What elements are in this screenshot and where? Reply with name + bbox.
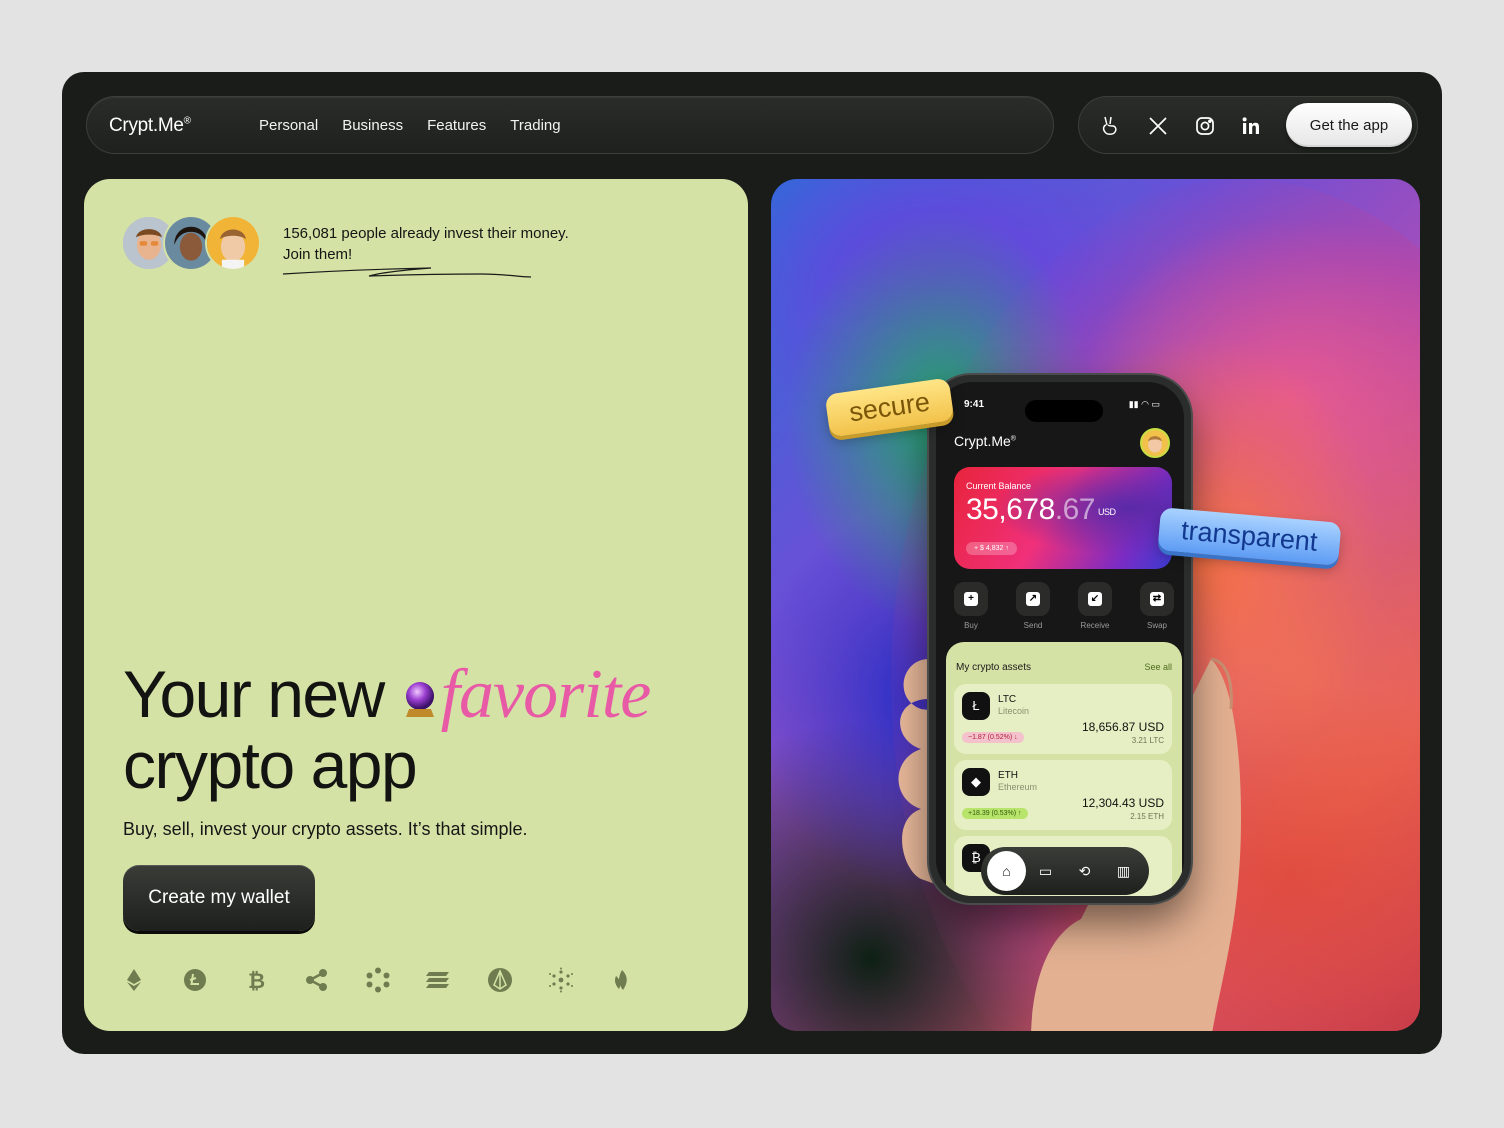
status-icons: ▮▮ ◠ ▭ xyxy=(1128,399,1160,409)
social-proof-text: 156,081 people already invest their mone… xyxy=(283,223,569,265)
headline-start: Your new xyxy=(123,657,385,731)
nav-link-features[interactable]: Features xyxy=(427,117,486,134)
home-tab-icon[interactable]: ⌂ xyxy=(987,851,1026,891)
send-action[interactable]: ↗ Send xyxy=(1012,582,1054,630)
balance-change-badge: + $ 4,832 ↑ xyxy=(966,542,1017,555)
hero-headline: Your new favorite crypto app xyxy=(123,656,652,802)
asset-name: Ethereum xyxy=(998,782,1038,792)
page-frame: Crypt.Me® Personal Business Features Tra… xyxy=(62,72,1442,1054)
avatar-group xyxy=(121,215,263,271)
arrow-down-left-icon: ↙ xyxy=(1088,592,1102,606)
solana-icon xyxy=(426,967,452,993)
get-the-app-button[interactable]: Get the app xyxy=(1286,103,1412,147)
svg-text:₿: ₿ xyxy=(248,969,265,993)
main-nav: Crypt.Me® Personal Business Features Tra… xyxy=(86,96,1054,154)
buy-action[interactable]: + Buy xyxy=(950,582,992,630)
balance-value: 35,678.67 USD xyxy=(966,493,1116,526)
plus-icon: + xyxy=(964,592,978,606)
logo[interactable]: Crypt.Me® xyxy=(109,115,191,137)
nav-link-trading[interactable]: Trading xyxy=(510,117,560,134)
hero-card: 156,081 people already invest their mone… xyxy=(84,179,748,1031)
dynamic-island xyxy=(1025,400,1103,422)
linkedin-icon[interactable] xyxy=(1239,114,1263,138)
balance-card[interactable]: Current Balance 35,678.67 USD + $ 4,832 ↑ xyxy=(954,467,1172,569)
tab-bar: ⌂ ▭ ⟲ ▥ xyxy=(981,847,1149,895)
instagram-icon[interactable] xyxy=(1193,114,1217,138)
litecoin-icon xyxy=(182,967,208,993)
swap-icon: ⇄ xyxy=(1150,592,1164,606)
exchange-tab-icon[interactable]: ⟲ xyxy=(1065,851,1104,891)
market-tab-icon[interactable]: ▥ xyxy=(1104,851,1143,891)
asset-quantity: 2.15 ETH xyxy=(1130,812,1164,821)
headline-accent: favorite xyxy=(440,656,652,733)
asset-change-badge: +18.39 (0.53%) ↑ xyxy=(962,808,1028,819)
avatar xyxy=(205,215,261,271)
asset-value: 12,304.43 USD xyxy=(1081,796,1164,810)
arrow-up-right-icon: ↗ xyxy=(1026,592,1040,606)
nav-link-personal[interactable]: Personal xyxy=(259,117,318,134)
assets-title: My crypto assets xyxy=(956,662,1032,673)
ripple-icon xyxy=(304,967,330,993)
asset-symbol: LTC xyxy=(998,694,1017,705)
bitcoin-icon: ₿ xyxy=(243,967,269,993)
nav-link-business[interactable]: Business xyxy=(342,117,403,134)
polkadot-icon xyxy=(365,967,391,993)
swap-action[interactable]: ⇄ Swap xyxy=(1136,582,1178,630)
ethereum-icon xyxy=(121,967,147,993)
balance-label: Current Balance xyxy=(966,481,1032,491)
litecoin-icon: Ł xyxy=(962,692,990,720)
supported-coins: ₿ xyxy=(121,967,635,993)
wallet-tab-icon[interactable]: ▭ xyxy=(1026,851,1065,891)
phone-app-logo: Crypt.Me® xyxy=(954,433,1016,449)
phone-avatar[interactable] xyxy=(1140,428,1170,458)
cardano-icon xyxy=(548,967,574,993)
see-all-link[interactable]: See all xyxy=(1144,662,1172,672)
asset-symbol: ETH xyxy=(998,770,1018,781)
asset-name: Litecoin xyxy=(998,706,1030,716)
phone-mockup: 9:41 ▮▮ ◠ ▭ Crypt.Me® Current Balance 35… xyxy=(929,375,1191,903)
x-icon[interactable] xyxy=(1146,114,1170,138)
social-proof-count: 156,081 people already invest their mone… xyxy=(283,225,569,242)
status-time: 9:41 xyxy=(964,399,985,410)
phone-screen: 9:41 ▮▮ ◠ ▭ Crypt.Me® Current Balance 35… xyxy=(936,382,1184,896)
create-wallet-button[interactable]: Create my wallet xyxy=(123,865,315,931)
peace-icon[interactable] xyxy=(1099,114,1123,138)
nav-links: Personal Business Features Trading xyxy=(259,117,561,134)
headline-end: crypto app xyxy=(123,728,418,802)
quick-actions: + Buy ↗ Send ↙ Receive ⇄ Swap xyxy=(950,582,1178,630)
social-nav: Get the app xyxy=(1078,96,1418,154)
bnb-icon xyxy=(609,967,635,993)
asset-value: 18,656.87 USD xyxy=(1081,720,1164,734)
receive-action[interactable]: ↙ Receive xyxy=(1074,582,1116,630)
crystal-ball-icon xyxy=(405,682,434,717)
asset-row[interactable]: Ł LTC Litecoin 18,656.87 USD 3.21 LTC −1… xyxy=(954,684,1172,754)
asset-change-badge: −1.87 (0.52%) ↓ xyxy=(962,732,1024,743)
eos-icon xyxy=(487,967,513,993)
scribble-underline xyxy=(282,267,532,278)
asset-row[interactable]: ◆ ETH Ethereum 12,304.43 USD 2.15 ETH +1… xyxy=(954,760,1172,830)
ethereum-icon: ◆ xyxy=(962,768,990,796)
asset-quantity: 3.21 LTC xyxy=(1131,736,1164,745)
hero-subtitle: Buy, sell, invest your crypto assets. It… xyxy=(123,819,528,839)
hero-visual: 9:41 ▮▮ ◠ ▭ Crypt.Me® Current Balance 35… xyxy=(771,179,1420,1031)
